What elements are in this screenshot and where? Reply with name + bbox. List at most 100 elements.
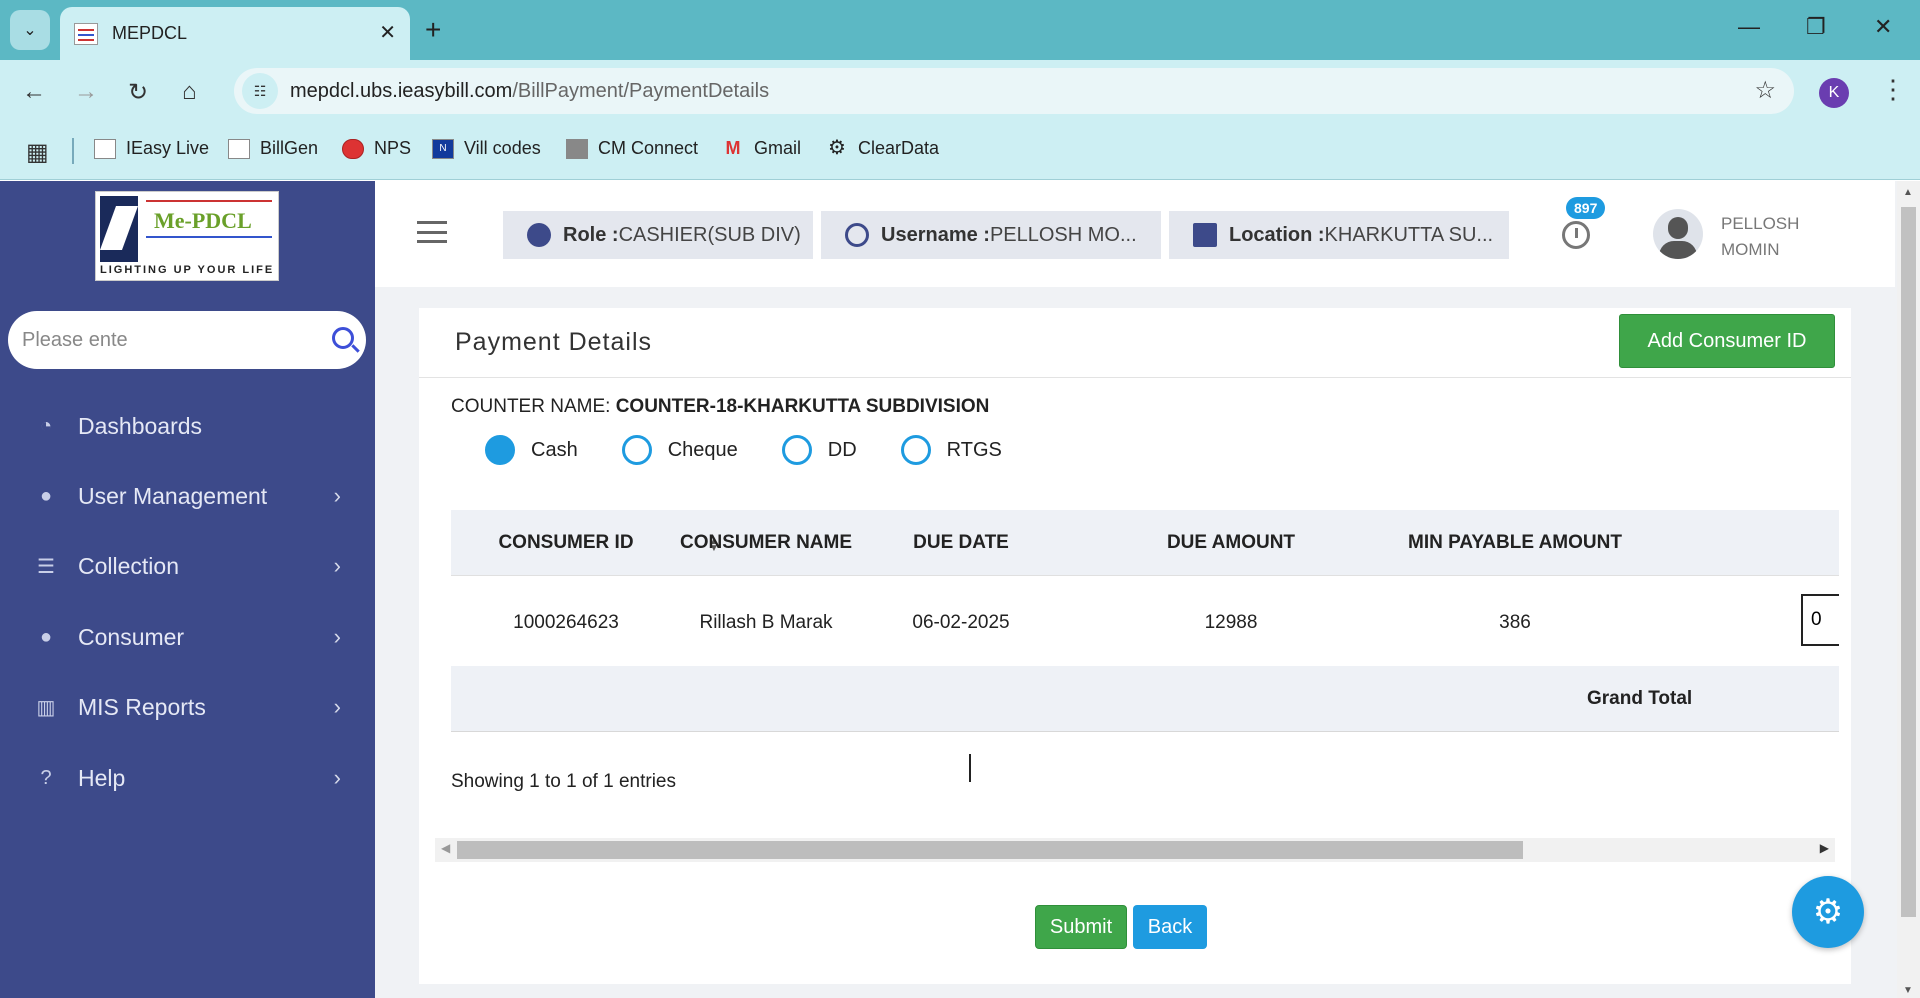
mepdcl-logo[interactable]: Me-PDCL LIGHTING UP YOUR LIFE bbox=[95, 191, 279, 281]
search-icon[interactable] bbox=[332, 327, 354, 349]
sidebar: Me-PDCL LIGHTING UP YOUR LIFE ◔ Dashboar… bbox=[0, 181, 375, 998]
apps-grid-icon[interactable]: ▦ bbox=[26, 138, 49, 167]
counter-name: COUNTER NAME: COUNTER-18-KHARKUTTA SUBDI… bbox=[451, 396, 989, 418]
column-header-due-date: DUE DATE bbox=[913, 532, 1009, 553]
sidebar-item-label: Consumer bbox=[78, 623, 185, 650]
radio-icon[interactable] bbox=[621, 435, 652, 465]
settings-gear-button[interactable]: ⚙ bbox=[1792, 876, 1864, 948]
column-header-consumer-id[interactable]: CONSUMER ID bbox=[491, 532, 641, 554]
address-bar[interactable]: ☷ mepdcl.ubs.ieasybill.com/BillPayment/P… bbox=[234, 68, 1794, 114]
sidebar-search bbox=[8, 311, 366, 369]
reload-icon[interactable]: ↻ bbox=[128, 78, 148, 107]
url-text: mepdcl.ubs.ieasybill.com/BillPayment/Pay… bbox=[290, 80, 769, 103]
username-value: PELLOSH MO... bbox=[989, 223, 1137, 246]
favicon-icon bbox=[74, 22, 98, 45]
add-consumer-id-button[interactable]: Add Consumer ID bbox=[1619, 314, 1835, 368]
history-clock-icon[interactable] bbox=[1562, 221, 1590, 249]
grand-total-label: Grand Total bbox=[1587, 688, 1693, 709]
sidebar-item-consumer[interactable]: ● Consumer › bbox=[0, 607, 375, 667]
page-title: Payment Details bbox=[455, 328, 653, 356]
column-header-due-amount: DUE AMOUNT bbox=[1166, 532, 1296, 553]
sidebar-item-mis-reports[interactable]: ▥ MIS Reports › bbox=[0, 677, 375, 737]
sidebar-item-collection[interactable]: ☰ Collection › bbox=[0, 536, 375, 596]
bookmark-cm-connect[interactable]: CM Connect bbox=[566, 138, 698, 159]
sidebar-item-user-management[interactable]: ● User Management › bbox=[0, 466, 375, 526]
browser-menu-icon[interactable]: ⋮ bbox=[1880, 74, 1906, 105]
tab-title: MEPDCL bbox=[112, 23, 188, 43]
bookmark-star-icon[interactable]: ☆ bbox=[1754, 76, 1776, 105]
avatar[interactable] bbox=[1653, 209, 1703, 259]
payment-mode-cash[interactable]: Cash bbox=[485, 435, 578, 465]
submit-button[interactable]: Submit bbox=[1035, 905, 1127, 949]
logo-rule bbox=[146, 200, 272, 202]
bookmark-favicon-icon bbox=[566, 138, 588, 159]
table-footer: Grand Total bbox=[451, 666, 1839, 732]
gear-icon: ⚙ bbox=[828, 136, 846, 159]
help-icon: ? bbox=[40, 766, 52, 789]
role-label: Role : bbox=[563, 223, 619, 246]
browser-tab-strip: ⌄ MEPDCL ✕ + — ❐ ✕ bbox=[0, 0, 1920, 60]
bookmark-favicon-icon bbox=[94, 138, 116, 159]
location-value: KHARKUTTA SU... bbox=[1324, 223, 1494, 246]
horizontal-scrollbar[interactable]: ◀ ▶ bbox=[435, 838, 1835, 862]
restore-icon[interactable]: ❐ bbox=[1806, 14, 1826, 40]
sidebar-item-label: MIS Reports bbox=[78, 693, 206, 720]
bookmark-label: NPS bbox=[374, 138, 412, 158]
cell-min-payable: 386 bbox=[1499, 612, 1531, 633]
bookmark-favicon-icon: N bbox=[432, 138, 454, 159]
chevron-right-icon: › bbox=[333, 765, 341, 790]
scrollbar-thumb[interactable] bbox=[457, 841, 1523, 859]
tab-search-button[interactable]: ⌄ bbox=[10, 10, 50, 50]
bookmark-cleardata[interactable]: ⚙ ClearData bbox=[826, 138, 939, 159]
vertical-scrollbar[interactable]: ▲ ▼ bbox=[1897, 181, 1920, 998]
hamburger-menu-icon[interactable] bbox=[417, 221, 447, 243]
bookmark-billgen[interactable]: BillGen bbox=[228, 138, 318, 159]
bookmark-nps[interactable]: NPS bbox=[342, 138, 411, 159]
back-button[interactable]: Back bbox=[1133, 905, 1207, 949]
scroll-down-icon[interactable]: ▼ bbox=[1903, 985, 1913, 996]
radio-icon[interactable] bbox=[781, 435, 812, 465]
minimize-icon[interactable]: — bbox=[1738, 14, 1760, 40]
counter-label: COUNTER NAME: bbox=[451, 396, 611, 417]
bookmark-ieasy-live[interactable]: IEasy Live bbox=[94, 138, 209, 159]
bookmark-label: CM Connect bbox=[598, 138, 699, 158]
payment-mode-dd[interactable]: DD bbox=[781, 435, 857, 465]
sidebar-item-label: User Management bbox=[78, 482, 268, 509]
url-host: mepdcl.ubs.ieasybill.com bbox=[290, 79, 513, 102]
site-info-icon[interactable]: ☷ bbox=[242, 73, 278, 109]
notification-badge: 897 bbox=[1566, 197, 1606, 219]
sidebar-item-dashboards[interactable]: ◔ Dashboards bbox=[0, 396, 375, 456]
payment-mode-label: Cheque bbox=[667, 438, 738, 461]
bookmark-label: BillGen bbox=[260, 138, 319, 158]
cell-due-date: 06-02-2025 bbox=[912, 612, 1010, 633]
radio-icon[interactable] bbox=[900, 435, 931, 465]
bookmark-vill-codes[interactable]: N Vill codes bbox=[432, 138, 541, 159]
payment-mode-cheque[interactable]: Cheque bbox=[621, 435, 738, 465]
sidebar-item-help[interactable]: ? Help › bbox=[0, 748, 375, 808]
url-path: /BillPayment/PaymentDetails bbox=[512, 79, 770, 102]
home-icon[interactable]: ⌂ bbox=[182, 78, 197, 106]
bookmark-gmail[interactable]: M Gmail bbox=[722, 138, 802, 159]
tab-close-icon[interactable]: ✕ bbox=[379, 20, 396, 45]
scroll-up-icon[interactable]: ▲ bbox=[1903, 187, 1913, 198]
payment-mode-rtgs[interactable]: RTGS bbox=[900, 435, 1002, 465]
logo-tagline: LIGHTING UP YOUR LIFE bbox=[100, 264, 275, 276]
browser-toolbar: ← → ↻ ⌂ ☷ mepdcl.ubs.ieasybill.com/BillP… bbox=[0, 60, 1920, 122]
close-window-icon[interactable]: ✕ bbox=[1874, 14, 1892, 40]
browser-tab[interactable]: MEPDCL ✕ bbox=[60, 7, 410, 60]
sidebar-item-label: Dashboards bbox=[78, 412, 203, 439]
pay-amount-input[interactable] bbox=[1801, 594, 1839, 646]
profile-avatar[interactable]: K bbox=[1819, 78, 1849, 108]
user-display-name[interactable]: PELLOSH MOMIN bbox=[1721, 211, 1811, 263]
scroll-left-icon[interactable]: ◀ bbox=[441, 841, 450, 855]
back-arrow-icon[interactable]: ← bbox=[22, 78, 46, 106]
scroll-right-icon[interactable]: ▶ bbox=[1820, 841, 1829, 855]
scrollbar-thumb[interactable] bbox=[1901, 207, 1916, 917]
bookmark-favicon-icon bbox=[342, 138, 364, 159]
text-cursor bbox=[969, 754, 971, 782]
radio-selected-icon[interactable] bbox=[485, 435, 515, 465]
chevron-right-icon: › bbox=[333, 694, 341, 719]
forward-arrow-icon[interactable]: → bbox=[74, 78, 98, 106]
new-tab-button[interactable]: + bbox=[425, 14, 441, 46]
sidebar-search-input[interactable] bbox=[22, 328, 312, 352]
